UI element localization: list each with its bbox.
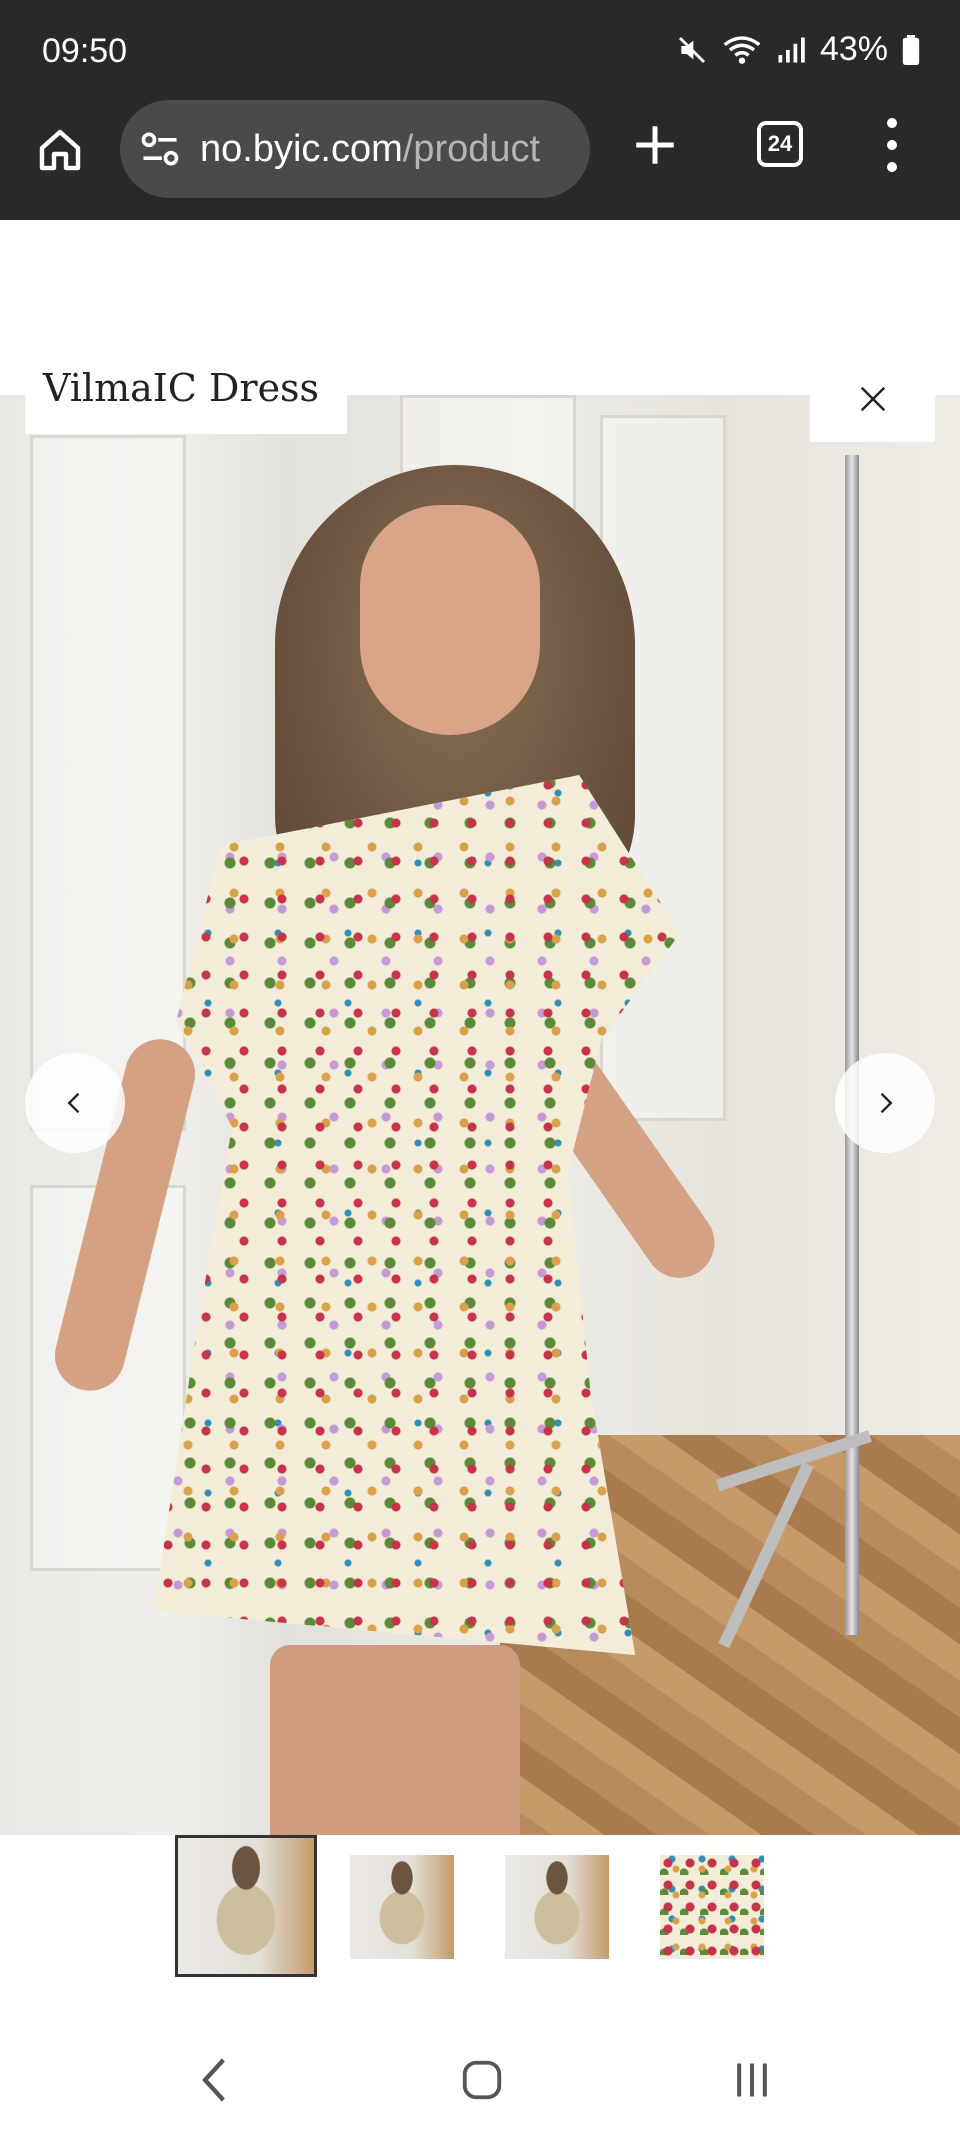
battery-icon <box>902 34 920 65</box>
status-bar: 09:50 43% <box>0 0 960 100</box>
product-image-viewer: VilmaIC Dress <box>0 220 960 2133</box>
wifi-icon <box>723 35 761 64</box>
thumbnail-fabric-print <box>660 1855 764 1959</box>
next-image-button[interactable] <box>835 1053 935 1153</box>
plus-icon <box>636 126 674 164</box>
recent-apps-button[interactable] <box>722 2050 782 2110</box>
thumbnail-3[interactable] <box>505 1855 609 1959</box>
new-tab-button[interactable] <box>630 120 680 170</box>
status-icons: 43% <box>676 30 920 69</box>
tabs-button[interactable]: 24 <box>757 121 803 167</box>
recent-apps-icon <box>737 2063 767 2097</box>
more-icon-dot <box>887 140 897 150</box>
url-host: no.byic.com <box>200 127 403 170</box>
previous-image-button[interactable] <box>25 1053 125 1153</box>
status-time: 09:50 <box>42 32 128 70</box>
signal-icon <box>778 37 805 62</box>
home-square-icon <box>462 2060 502 2100</box>
more-icon-dot <box>887 118 897 128</box>
light-stand <box>845 455 859 1635</box>
back-button[interactable] <box>185 2050 245 2110</box>
tab-count: 24 <box>767 131 793 156</box>
close-button[interactable] <box>810 356 935 442</box>
home-system-button[interactable] <box>452 2050 512 2110</box>
address-bar[interactable]: no.byic.com/product <box>120 100 590 198</box>
chevron-right-icon <box>880 1092 893 1114</box>
thumbnail-image <box>350 1855 454 1959</box>
thumbnail-2[interactable] <box>350 1855 454 1959</box>
more-icon-dot <box>887 162 897 172</box>
wall-panel <box>30 435 186 1131</box>
home-icon <box>39 129 81 171</box>
more-menu-button[interactable] <box>882 118 902 172</box>
browser-toolbar: no.byic.com/product 24 <box>0 100 960 220</box>
url-text[interactable]: no.byic.com/product <box>200 128 540 171</box>
product-photo[interactable] <box>0 395 960 1835</box>
battery-percent: 43% <box>819 30 888 68</box>
product-title: VilmaIC Dress <box>43 366 320 410</box>
product-title-tag: VilmaIC Dress <box>25 356 347 434</box>
thumbnail-4[interactable] <box>660 1855 764 1959</box>
model-legs <box>270 1645 520 1835</box>
thumbnail-image <box>505 1855 609 1959</box>
url-path: /product <box>402 127 541 170</box>
chevron-left-icon <box>67 1092 80 1114</box>
mute-icon <box>678 36 705 63</box>
thumbnail-1[interactable] <box>175 1835 317 1977</box>
site-settings-icon[interactable] <box>138 127 182 171</box>
home-button[interactable] <box>30 120 90 180</box>
back-icon <box>202 2058 225 2102</box>
close-icon <box>860 386 885 412</box>
system-navigation-bar <box>0 2020 960 2133</box>
floral-dress <box>153 775 680 1655</box>
model-face <box>360 505 540 735</box>
thumbnail-image <box>178 1838 314 1974</box>
thumbnail-strip <box>0 1835 960 1995</box>
